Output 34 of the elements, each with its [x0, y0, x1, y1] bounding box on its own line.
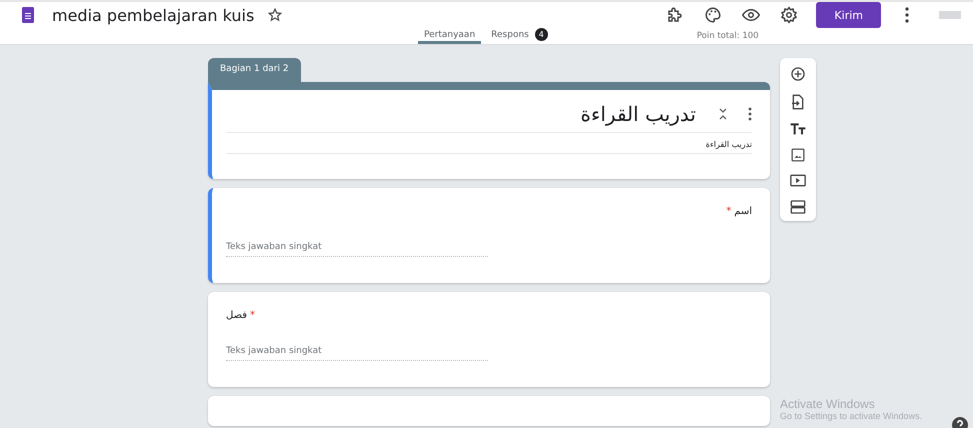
form-description[interactable]: تدريب القراءة	[226, 133, 752, 154]
document-title[interactable]: media pembelajaran kuis	[52, 6, 254, 24]
add-circle-icon[interactable]	[790, 66, 806, 82]
image-icon[interactable]	[791, 148, 805, 162]
form-title[interactable]: تدريب القراءة	[226, 102, 696, 126]
response-count-badge: 4	[534, 28, 548, 41]
eye-icon[interactable]	[742, 6, 760, 24]
short-answer-field[interactable]: Teks jawaban singkat	[226, 344, 488, 361]
short-answer-field[interactable]: Teks jawaban singkat	[226, 240, 488, 257]
section-icon[interactable]	[790, 199, 806, 215]
total-points: Poin total: 100	[696, 31, 759, 41]
required-mark: *	[726, 206, 732, 219]
tab-label: Pertanyaan	[424, 30, 476, 40]
palette-icon[interactable]	[704, 6, 722, 24]
question-label: فصل	[226, 310, 248, 323]
question-label: اسم	[734, 206, 752, 219]
required-mark: *	[250, 310, 256, 323]
tab-label: Respons	[491, 30, 529, 40]
tab[interactable]: Pertanyaan	[418, 28, 482, 44]
video-icon[interactable]	[790, 174, 806, 187]
forms-logo-icon[interactable]	[22, 7, 34, 23]
more-options-icon[interactable]	[905, 7, 909, 23]
send-button[interactable]: Kirim	[816, 2, 881, 28]
form-title-card[interactable]: تدريب القراءة تدريب القراءة	[208, 82, 770, 179]
tab[interactable]: Respons 4	[485, 28, 554, 44]
settings-icon[interactable]	[780, 6, 798, 24]
import-file-icon[interactable]	[791, 94, 805, 110]
star-icon[interactable]	[268, 8, 282, 22]
collapse-icon[interactable]	[718, 108, 728, 120]
title-text-icon[interactable]	[790, 122, 806, 136]
puzzle-icon[interactable]	[666, 6, 684, 24]
activation-title: Activate Windows	[780, 397, 876, 411]
more-options-icon[interactable]	[748, 107, 752, 121]
activation-message: Go to Settings to activate Windows.	[780, 411, 922, 421]
